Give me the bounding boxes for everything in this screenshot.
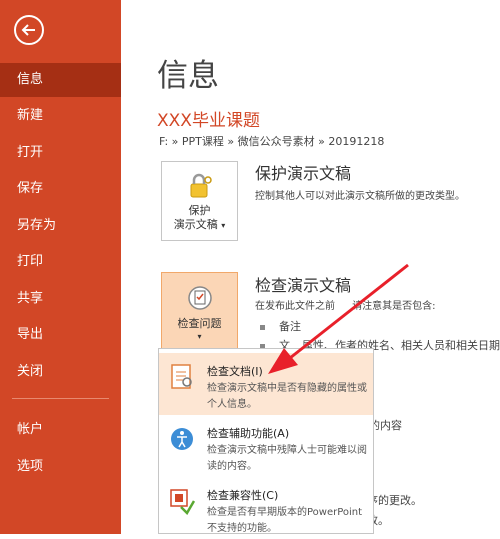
protect-tile-label-2: 演示文稿 ▾ [162,217,237,233]
nav-open[interactable]: 打开 [0,136,121,170]
protect-section-desc: 控制其他人可以对此演示文稿所做的更改类型。 [255,191,465,202]
nav-close[interactable]: 关闭 [0,355,121,389]
page-title: 信息 [157,58,219,94]
dropdown-arrow-icon: ▾ [221,221,226,230]
protect-presentation-button[interactable]: 保护 演示文稿 ▾ [161,161,238,241]
menu-item-check-accessibility[interactable]: 检查辅助功能(A) 检查演示文稿中残障人士可能难以阅读的内容。 [159,415,373,477]
menu-item-desc: 检查演示文稿中残障人士可能难以阅读的内容。 [207,445,367,472]
inspect-section-desc: 在发布此文件之前 请注意其是否包含: [255,297,436,312]
document-title: XXX毕业课题 [157,111,260,131]
menu-item-title: 检查辅助功能(A) [207,427,290,440]
partially-hidden-text: 序的更改。 [367,494,422,507]
nav-new[interactable]: 新建 [0,99,121,133]
nav-print[interactable]: 打印 [0,245,121,279]
nav-options[interactable]: 选项 [0,450,121,484]
inspect-desc-part-b: 请注意其是否包含: [352,301,436,312]
menu-item-check-compatibility[interactable]: 检查兼容性(C) 检查是否有早期版本的PowerPoint 不支持的功能。 [159,477,373,539]
nav-info[interactable]: 信息 [0,63,121,97]
nav-save-as[interactable]: 另存为 [0,209,121,243]
nav-account[interactable]: 帐户 [0,413,121,447]
nav-divider [12,398,109,399]
menu-item-title: 检查文档(I) [207,365,263,378]
accessibility-icon [171,428,193,450]
lock-key-icon [190,173,212,198]
protect-section-title: 保护演示文稿 [255,164,352,183]
inspect-desc-part-a: 在发布此文件之前 [255,301,335,312]
nav-share[interactable]: 共享 [0,282,121,316]
compatibility-icon [170,489,195,515]
document-inspect-icon [171,364,192,389]
protect-tile-label-text: 演示文稿 [173,218,218,231]
check-issues-button[interactable]: 检查问题 ▾ [161,272,238,352]
dropdown-arrow-icon: ▾ [197,332,202,341]
menu-item-desc: 检查是否有早期版本的PowerPoint 不支持的功能。 [207,507,363,534]
back-button[interactable] [14,15,44,45]
check-issues-label: 检查问题 [177,317,222,330]
bullet-icon [260,324,265,330]
nav-export[interactable]: 导出 [0,318,121,352]
backstage-sidebar: 信息 新建 打开 保存 另存为 打印 共享 导出 关闭 帐户 选项 [0,0,121,534]
inspect-bullet-notes: 备注 [260,318,301,334]
breadcrumb[interactable]: F: » PPT课程 » 微信公众号素材 » 20191218 [159,133,384,149]
back-arrow-icon [21,24,35,36]
menu-item-desc: 检查演示文稿中是否有隐藏的属性或个人信息。 [207,383,367,410]
bullet-text: 备注 [279,320,301,333]
inspect-section-title: 检查演示文稿 [255,276,352,295]
protect-tile-label: 保护 [188,204,211,217]
document-check-icon [187,286,212,310]
nav-save[interactable]: 保存 [0,172,121,206]
menu-item-title: 检查兼容性(C) [207,489,279,502]
menu-item-inspect-document[interactable]: 检查文档(I) 检查演示文稿中是否有隐藏的属性或个人信息。 [159,353,373,415]
info-pane: 信息 XXX毕业课题 F: » PPT课程 » 微信公众号素材 » 201912… [121,0,500,534]
check-issues-menu: 检查文档(I) 检查演示文稿中是否有隐藏的属性或个人信息。 检查辅助功能(A) … [158,348,374,534]
